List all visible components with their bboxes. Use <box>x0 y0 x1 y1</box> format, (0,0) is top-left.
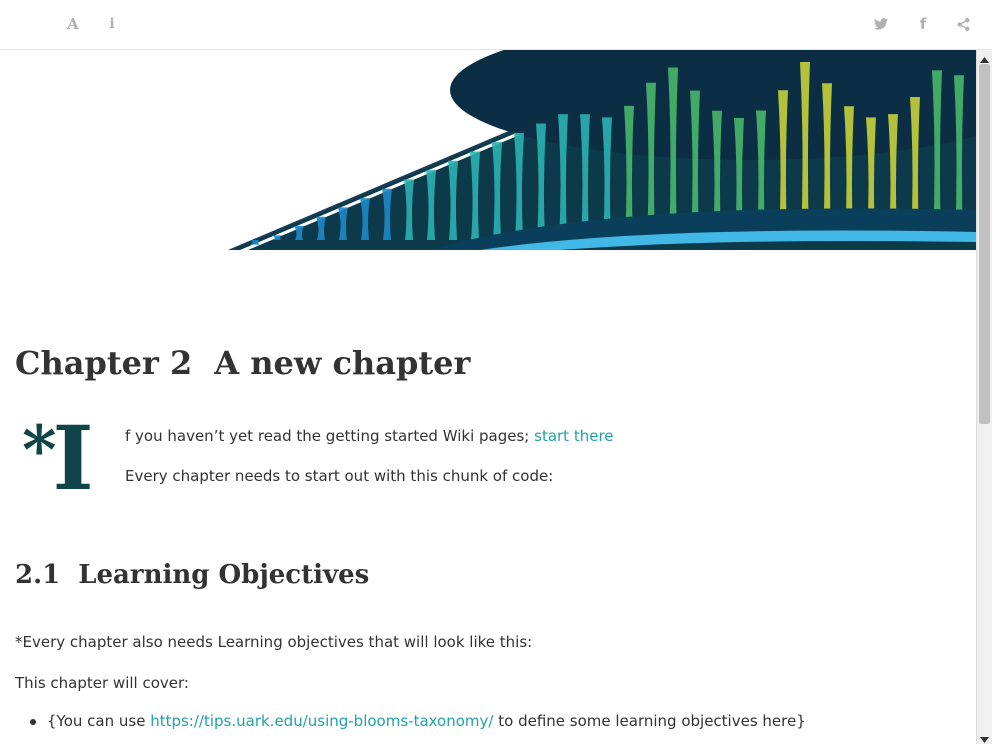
info-button[interactable]: i <box>100 12 124 36</box>
chapter-banner-image <box>0 50 976 250</box>
section-title: Learning Objectives <box>78 560 370 590</box>
section-number: 2.1 <box>15 560 61 590</box>
intro-paragraph: f you haven’t yet read the getting start… <box>125 427 614 445</box>
list-item: {You can use https://tips.uark.edu/using… <box>15 712 806 730</box>
drop-cap-letter: I <box>52 406 94 510</box>
intro-text: f you haven’t yet read the getting start… <box>125 427 535 445</box>
objectives-list: {You can use https://tips.uark.edu/using… <box>15 712 806 730</box>
scrollbar-thumb[interactable] <box>979 64 990 424</box>
code-chunk-paragraph: Every chapter needs to start out with th… <box>125 467 554 485</box>
info-icon: i <box>109 16 115 32</box>
objectives-paragraph: *Every chapter also needs Learning objec… <box>15 633 533 651</box>
share-button[interactable] <box>951 12 975 36</box>
share-icon <box>957 17 970 31</box>
font-settings-icon: A <box>67 15 79 33</box>
book-toolbar: A i f <box>0 0 992 50</box>
chapter-number: Chapter 2 <box>15 344 193 382</box>
facebook-share-button[interactable]: f <box>911 12 935 36</box>
chapter-cover-paragraph: This chapter will cover: <box>15 674 189 692</box>
section-heading: 2.1 Learning Objectives <box>15 560 369 590</box>
scroll-down-button[interactable] <box>977 730 992 744</box>
start-there-link[interactable]: start there <box>534 427 613 445</box>
bullet-text-after: to define some learning objectives here} <box>493 712 806 730</box>
facebook-icon: f <box>919 15 927 33</box>
font-settings-button[interactable]: A <box>61 12 85 36</box>
vertical-scrollbar[interactable] <box>976 50 992 744</box>
drop-cap-asterisk: * <box>22 411 57 489</box>
bullet-dot <box>30 719 36 725</box>
page-content[interactable]: Chapter 2 A new chapter *I f you haven’t … <box>0 50 976 744</box>
chapter-title: Chapter 2 A new chapter <box>15 344 470 382</box>
blooms-taxonomy-link[interactable]: https://tips.uark.edu/using-blooms-taxon… <box>150 712 493 730</box>
twitter-icon <box>874 18 888 30</box>
scroll-up-button[interactable] <box>977 50 992 64</box>
chapter-name: A new chapter <box>214 344 471 382</box>
drop-cap: *I <box>22 410 94 510</box>
twitter-share-button[interactable] <box>869 12 893 36</box>
bullet-text-before: {You can use <box>47 712 151 730</box>
